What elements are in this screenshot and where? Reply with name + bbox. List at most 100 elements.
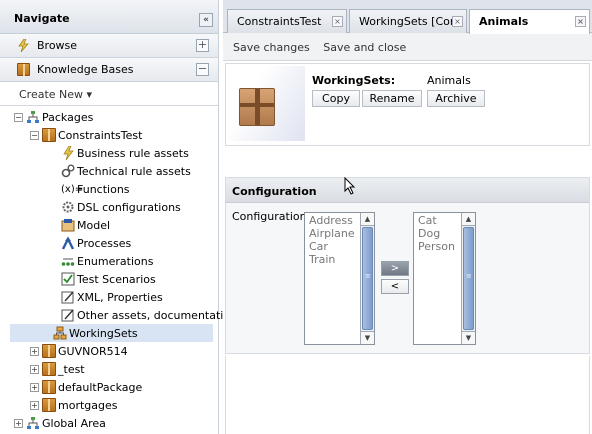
package-box-icon	[239, 88, 275, 126]
tree-item-defaultpackage[interactable]: + defaultPackage	[30, 378, 142, 396]
available-fields-list[interactable]: Address Airplane Car Train ▲ ≡ ▼	[304, 212, 375, 345]
archive-button[interactable]: Archive	[427, 90, 485, 107]
tree-item-global-area[interactable]: + Global Area	[14, 414, 106, 432]
scroll-down-icon[interactable]: ▼	[462, 331, 475, 344]
gear-icon	[62, 201, 74, 213]
scroll-thumb[interactable]: ≡	[362, 227, 373, 330]
tree-item-technical-rules[interactable]: Technical rule assets	[61, 162, 191, 180]
lightning-icon	[18, 39, 29, 52]
tree-item-dsl[interactable]: DSL configurations	[61, 198, 181, 216]
process-icon	[61, 236, 75, 250]
model-icon	[61, 219, 75, 232]
package-icon	[42, 128, 56, 142]
tree-label: Other assets, documentation	[77, 308, 238, 322]
tab-bar: ConstraintsTest × WorkingSets [Cons × An…	[223, 0, 592, 34]
asset-type-label: WorkingSets:	[312, 74, 396, 87]
remove-button[interactable]: <	[381, 279, 409, 294]
navigate-header: Navigate «	[0, 0, 218, 34]
scrollbar[interactable]: ▲ ≡ ▼	[461, 213, 475, 344]
tab-label: Animals	[479, 15, 529, 28]
tree-label: WorkingSets	[69, 326, 138, 340]
configuration-panel: Configuration Configuration: Address Air…	[225, 177, 590, 354]
copy-button[interactable]: Copy	[312, 90, 360, 107]
tree-label: Global Area	[42, 416, 106, 430]
package-icon	[17, 63, 30, 76]
collapse-icon[interactable]: «	[199, 13, 213, 27]
close-icon[interactable]: ×	[332, 16, 343, 27]
function-icon: (x)=	[61, 183, 84, 195]
tree-item-packages[interactable]: − Packages	[14, 108, 93, 126]
close-icon[interactable]: ×	[452, 16, 463, 27]
browse-section[interactable]: Browse +	[0, 34, 218, 58]
expand-node-icon[interactable]: +	[30, 382, 39, 392]
package-image	[228, 66, 305, 141]
tree-item-xml-properties[interactable]: XML, Properties	[61, 288, 163, 306]
scroll-up-icon[interactable]: ▲	[462, 213, 475, 226]
tree-label: Enumerations	[77, 254, 154, 268]
tab-workingsets[interactable]: WorkingSets [Cons ×	[349, 9, 467, 33]
browse-label: Browse	[37, 39, 78, 52]
asset-header-panel: WorkingSets: Animals Copy Rename Archive	[225, 63, 590, 146]
rename-button[interactable]: Rename	[362, 90, 422, 107]
tree-label: Technical rule assets	[77, 164, 191, 178]
enumeration-icon	[61, 258, 75, 266]
navigate-panel: Navigate « Browse + Knowledge Bases − Cr…	[0, 0, 237, 434]
lightning-icon	[63, 146, 74, 160]
tree-label: Packages	[42, 110, 94, 124]
gears-icon	[61, 164, 75, 178]
tree-item-processes[interactable]: Processes	[61, 234, 131, 252]
tree-label: mortgages	[58, 398, 118, 412]
tree-item-model[interactable]: Model	[61, 216, 110, 234]
close-icon[interactable]: ×	[575, 16, 586, 27]
tree-item-test-scenarios[interactable]: Test Scenarios	[61, 270, 156, 288]
tree-item-workingsets[interactable]: WorkingSets	[10, 324, 213, 342]
tree-label: defaultPackage	[58, 380, 143, 394]
package-icon	[42, 380, 56, 394]
tree-item-enumerations[interactable]: Enumerations	[61, 252, 153, 270]
hierarchy-icon	[27, 417, 39, 429]
tree-item-mortgages[interactable]: + mortgages	[30, 396, 118, 414]
create-new-menu[interactable]: Create New ▾	[0, 82, 218, 106]
scroll-thumb[interactable]: ≡	[463, 227, 474, 330]
scroll-down-icon[interactable]: ▼	[361, 331, 374, 344]
expand-node-icon[interactable]: +	[14, 418, 23, 428]
expand-browse-button[interactable]: +	[196, 39, 209, 52]
scrollbar[interactable]: ▲ ≡ ▼	[360, 213, 374, 344]
edit-document-icon	[61, 291, 74, 304]
expand-node-icon[interactable]: +	[30, 364, 39, 374]
expand-node-icon[interactable]: +	[30, 400, 39, 410]
grip-icon: ≡	[365, 272, 371, 281]
package-icon	[42, 344, 56, 358]
editor-toolbar: Save changes Save and close	[223, 33, 592, 61]
tab-constraintstest[interactable]: ConstraintsTest ×	[227, 9, 347, 33]
tree-item-other-assets[interactable]: Other assets, documentation	[61, 306, 237, 324]
scroll-up-icon[interactable]: ▲	[361, 213, 374, 226]
knowledge-bases-section[interactable]: Knowledge Bases −	[0, 58, 218, 82]
save-changes-button[interactable]: Save changes	[233, 41, 310, 54]
tree-label: ConstraintsTest	[58, 128, 143, 142]
selected-fields-list[interactable]: Cat Dog Person ▲ ≡ ▼	[413, 212, 476, 345]
expand-node-icon[interactable]: +	[30, 346, 39, 356]
working-sets-icon	[53, 326, 67, 340]
edit-document-icon	[61, 309, 74, 322]
hierarchy-icon	[27, 111, 39, 123]
tree-item-functions[interactable]: (x)= Functions	[61, 180, 130, 198]
tree-item-test[interactable]: + _test	[30, 360, 85, 378]
tree-item-guvnor514[interactable]: + GUVNOR514	[30, 342, 128, 360]
tree-label: Functions	[77, 182, 130, 196]
tree-label: Test Scenarios	[77, 272, 156, 286]
collapse-node-icon[interactable]: −	[14, 112, 23, 122]
add-button[interactable]: >	[381, 261, 409, 276]
configuration-label: Configuration:	[232, 210, 311, 223]
collapse-kb-button[interactable]: −	[196, 63, 209, 76]
tree-item-business-rules[interactable]: Business rule assets	[61, 144, 189, 162]
tab-label: ConstraintsTest	[237, 15, 322, 28]
empty-panel	[225, 356, 590, 434]
save-and-close-button[interactable]: Save and close	[323, 41, 406, 54]
collapse-node-icon[interactable]: −	[30, 130, 39, 140]
tree-item-constraintstest[interactable]: − ConstraintsTest	[30, 126, 142, 144]
test-scenario-icon	[61, 272, 75, 286]
tree-label: DSL configurations	[77, 200, 181, 214]
tab-animals[interactable]: Animals ×	[469, 9, 590, 34]
tree-label: Processes	[77, 236, 132, 250]
